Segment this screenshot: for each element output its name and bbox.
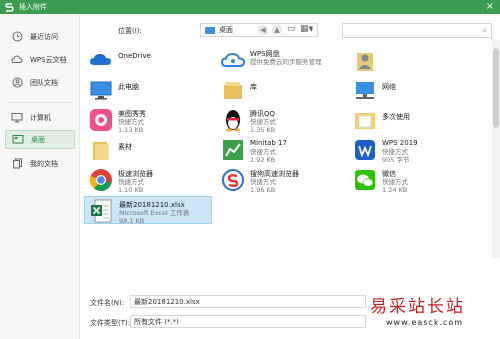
network-icon <box>352 77 378 103</box>
filetype-label: 文件类型(T): <box>90 319 131 327</box>
sidebar-item-computer[interactable]: 计算机 <box>5 108 75 127</box>
sogou-browser-icon <box>220 167 246 193</box>
view-mode-icon[interactable]: ▦▾ <box>300 24 313 34</box>
sidebar-item-label: 计算机 <box>30 113 51 122</box>
up-folder-button[interactable]: ▲ <box>272 25 282 35</box>
sidebar-item-team-docs[interactable]: 团队文档 <box>5 73 75 92</box>
sidebar-item-wps-cloud[interactable]: WPS云文档 <box>5 50 75 69</box>
sidebar-item-label: 团队文档 <box>30 78 58 87</box>
file-name: Minitab 17 <box>250 139 287 147</box>
filename-value: 最新20181210.xlsx <box>134 297 200 306</box>
team-icon <box>10 76 24 90</box>
file-item[interactable]: 美图秀秀 快捷方式 1.13 KB <box>84 106 212 134</box>
title-bar: 插入附件 × <box>0 0 500 14</box>
qq-penguin-icon <box>220 107 246 133</box>
file-item[interactable]: 搜狗高速浏览器 快捷方式 1.96 KB <box>216 166 344 194</box>
filename-label: 文件名(N): <box>90 299 125 307</box>
vertical-scrollbar[interactable] <box>492 40 500 258</box>
file-name: 多次使用 <box>382 113 410 121</box>
this-pc-icon <box>88 77 114 103</box>
sidebar-item-label: 最近访问 <box>30 32 58 41</box>
location-toolbar: 位置(I): 桌面 ▾ ◀ ▲ ▭ ▦▾ ⌕ <box>80 14 500 44</box>
file-item[interactable]: 库 <box>216 76 344 104</box>
file-name: 素材 <box>118 143 132 151</box>
watermark-logo: 易采站长站 <box>370 297 465 317</box>
file-item[interactable]: 素材 <box>84 136 212 164</box>
search-input[interactable]: ⌕ <box>342 23 492 38</box>
sidebar-item-my-documents[interactable]: 我的文档 <box>5 154 75 173</box>
file-item[interactable] <box>348 46 476 74</box>
file-meta: 快捷方式 1.92 KB <box>250 148 276 164</box>
file-name: 此电脑 <box>118 83 139 91</box>
clock-icon <box>10 30 24 44</box>
file-name: OneDrive <box>118 52 151 60</box>
scrollbar-thumb[interactable] <box>493 48 499 128</box>
file-item[interactable]: WPS网盘 提供免费云同步服务管理 <box>216 46 344 74</box>
desktop-icon <box>11 133 25 147</box>
file-item[interactable]: 网络 <box>348 76 476 104</box>
sidebar: 最近访问 WPS云文档 团队文档 计算机 桌面 我的文档 <box>0 14 80 339</box>
file-name: WPS 2019 <box>382 139 418 147</box>
desktop-folder-icon <box>205 26 215 34</box>
file-meta: Microsoft Excel 工作表 98.1 KB <box>119 209 190 225</box>
file-grid: OneDrive WPS网盘 提供免费云同步服务管理 此电脑 库 网络 美图秀秀… <box>80 44 492 256</box>
watermark: 易采站长站 www.easck.com <box>368 286 500 339</box>
folder-icon <box>352 107 378 133</box>
filetype-value: 所有文件 (*.*) <box>134 317 179 326</box>
search-icon: ⌕ <box>482 26 487 35</box>
chrome-browser-icon <box>88 167 114 193</box>
file-item[interactable]: WPS 2019 快捷方式 905 字节 <box>348 136 476 164</box>
file-meta: 快捷方式 1.24 KB <box>382 178 408 194</box>
file-item[interactable]: 腾讯QQ 快捷方式 1.35 KB <box>216 106 344 134</box>
sidebar-divider <box>8 102 72 103</box>
wps-cloud-icon <box>220 47 246 73</box>
file-item[interactable]: 多次使用 <box>348 106 476 134</box>
file-meta: 快捷方式 905 字节 <box>382 148 410 164</box>
meitu-icon <box>88 107 114 133</box>
file-item[interactable]: OneDrive <box>84 46 212 74</box>
file-item-selected[interactable]: 最新20181210.xlsx Microsoft Excel 工作表 98.1 … <box>84 196 212 225</box>
file-item[interactable]: Minitab 17 快捷方式 1.92 KB <box>216 136 344 164</box>
sidebar-item-recent[interactable]: 最近访问 <box>5 27 75 46</box>
file-meta: 快捷方式 1.10 KB <box>118 178 144 194</box>
cloud-icon <box>88 47 114 73</box>
back-button[interactable]: ◀ <box>258 25 268 35</box>
sidebar-item-label: 我的文档 <box>30 159 58 168</box>
sidebar-item-label: 桌面 <box>31 135 45 144</box>
location-value: 桌面 <box>219 26 233 34</box>
close-icon[interactable]: × <box>486 1 494 13</box>
wps-icon <box>352 137 378 163</box>
user-folder-icon <box>352 47 378 73</box>
filename-input[interactable]: 最新20181210.xlsx <box>130 295 366 308</box>
file-item[interactable]: 此电脑 <box>84 76 212 104</box>
file-meta: 快捷方式 1.96 KB <box>250 178 276 194</box>
file-item[interactable]: 极速浏览器 快捷方式 1.10 KB <box>84 166 212 194</box>
file-meta: 快捷方式 1.35 KB <box>250 118 276 134</box>
folder-icon <box>88 137 114 163</box>
library-icon <box>220 77 246 103</box>
sidebar-item-label: WPS云文档 <box>30 55 67 64</box>
file-meta: 快捷方式 1.13 KB <box>118 118 144 134</box>
file-name: 网络 <box>382 83 396 91</box>
monitor-icon <box>10 111 24 125</box>
file-name: 库 <box>250 83 257 91</box>
file-type: 提供免费云同步服务管理 <box>250 58 322 66</box>
minitab-icon <box>220 137 246 163</box>
new-folder-icon[interactable]: ▭ <box>287 24 296 34</box>
filetype-select[interactable]: 所有文件 (*.*) <box>130 315 366 328</box>
cloud-icon <box>10 53 24 67</box>
excel-file-icon <box>89 198 115 224</box>
window-title: 插入附件 <box>19 3 47 11</box>
documents-icon <box>10 157 24 171</box>
file-item[interactable]: 微信 快捷方式 1.24 KB <box>348 166 476 194</box>
wechat-icon <box>352 167 378 193</box>
wps-logo-icon <box>3 1 15 13</box>
watermark-url: www.easck.com <box>386 318 464 327</box>
location-label: 位置(I): <box>118 27 142 35</box>
sidebar-item-desktop[interactable]: 桌面 <box>5 130 75 149</box>
